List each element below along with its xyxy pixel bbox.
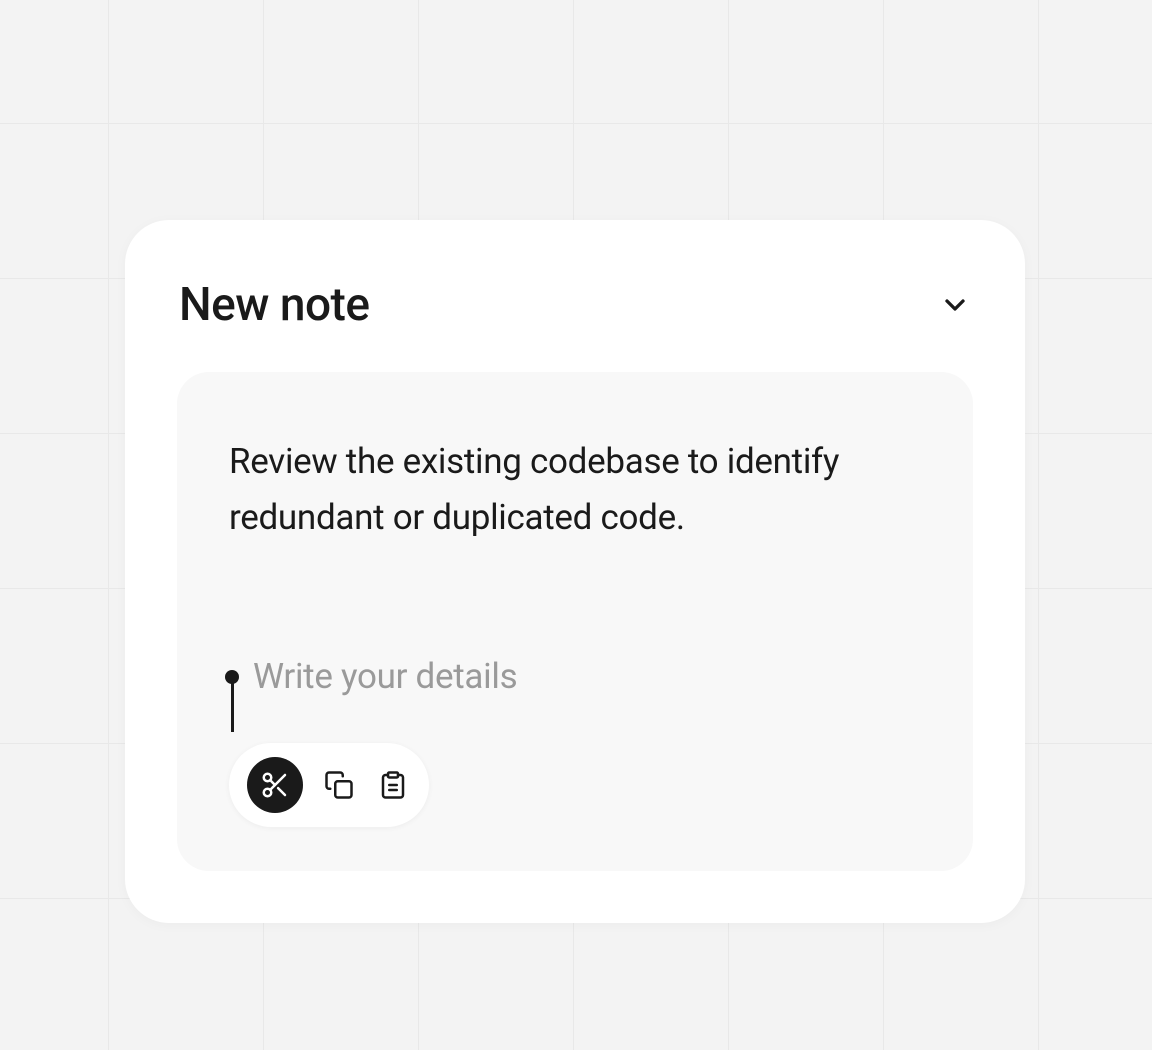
scissors-icon — [260, 770, 290, 800]
text-cursor-icon — [225, 670, 239, 684]
chevron-down-icon — [939, 289, 971, 321]
card-title: New note — [179, 278, 370, 332]
paste-button[interactable] — [375, 767, 411, 803]
cut-button[interactable] — [247, 757, 303, 813]
details-placeholder: Write your details — [253, 656, 517, 697]
clipboard-icon — [378, 770, 408, 800]
note-card: New note Review the existing codebase to… — [125, 220, 1025, 923]
copy-icon — [324, 770, 354, 800]
details-input[interactable]: Write your details — [229, 656, 921, 697]
note-body: Review the existing codebase to identify… — [177, 372, 973, 871]
collapse-toggle[interactable] — [939, 289, 971, 321]
card-header: New note — [177, 278, 973, 332]
note-text[interactable]: Review the existing codebase to identify… — [229, 434, 921, 546]
copy-button[interactable] — [321, 767, 357, 803]
edit-toolbar — [229, 743, 429, 827]
